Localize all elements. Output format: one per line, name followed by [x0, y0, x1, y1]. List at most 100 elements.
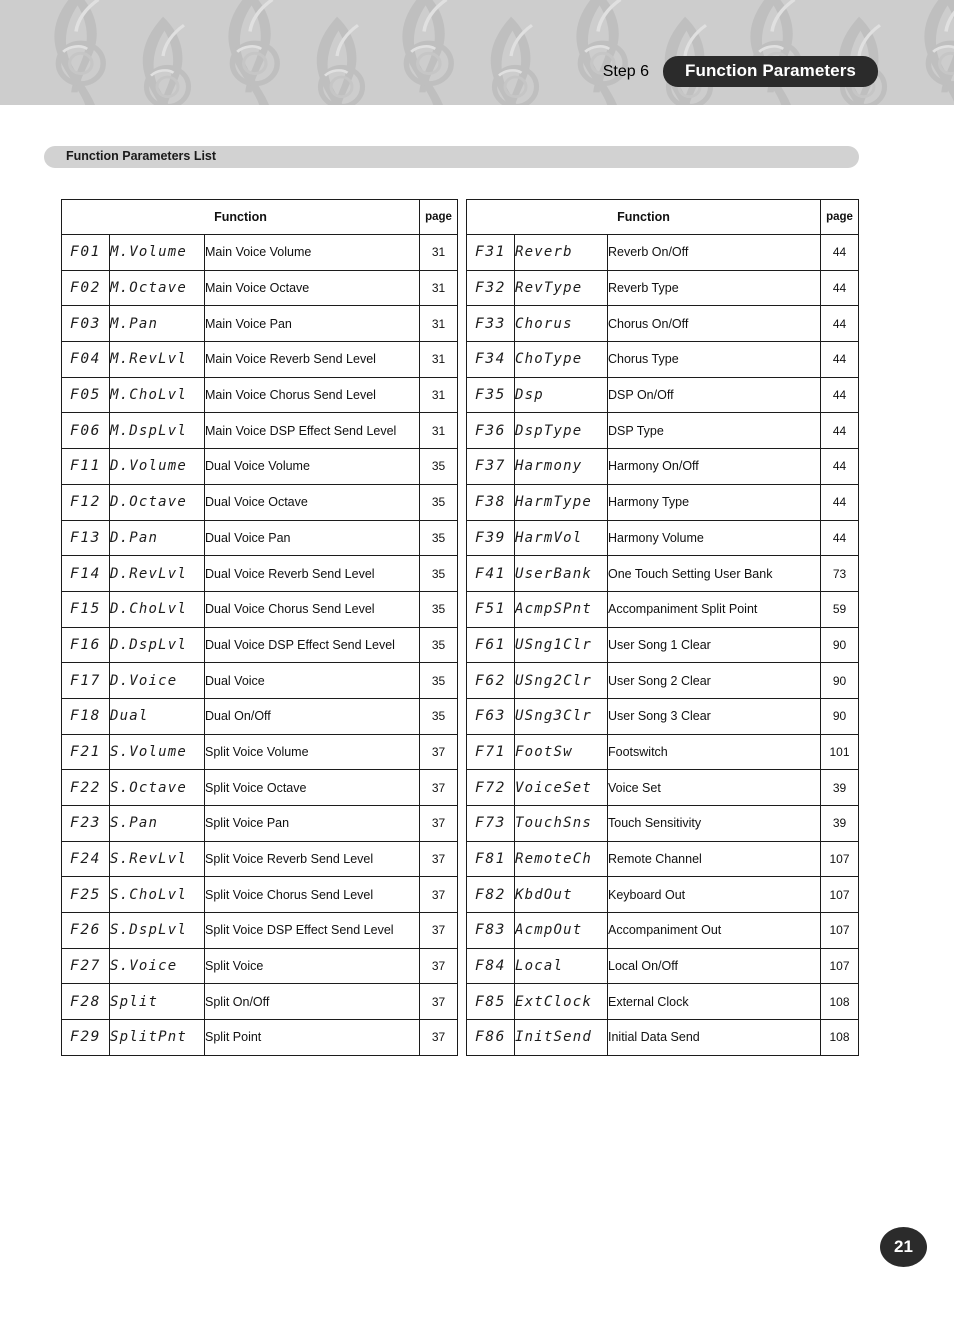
description-cell: Dual Voice Octave: [204, 483, 420, 521]
function-code-cell: F17: [61, 662, 110, 699]
page-number-cell: 44: [820, 305, 859, 343]
function-code-cell: F62: [466, 662, 515, 699]
description-cell: Initial Data Send: [607, 1019, 821, 1056]
description-cell: Dual Voice: [204, 662, 420, 699]
page-number-cell: 108: [820, 1019, 859, 1056]
function-code-cell: F63: [466, 697, 515, 735]
lcd-name-cell: InitSend: [514, 1019, 608, 1056]
description-cell: Dual On/Off: [204, 697, 420, 735]
function-code-cell: F85: [466, 983, 515, 1021]
description-cell: Accompaniment Split Point: [607, 590, 821, 628]
page-number-cell: 44: [820, 448, 859, 485]
page-number-cell: 37: [419, 769, 458, 806]
lcd-name-cell: S.RevLvl: [109, 840, 205, 878]
lcd-name-cell: VoiceSet: [514, 769, 608, 806]
page-number-cell: 35: [419, 662, 458, 699]
table-row: F17 D.Voice Dual Voice 35: [61, 662, 458, 699]
table-row: F85 ExtClock External Clock 108: [466, 983, 859, 1021]
lcd-name-cell: Dual: [109, 697, 205, 735]
function-code-cell: F81: [466, 840, 515, 878]
lcd-name-cell: S.DspLvl: [109, 912, 205, 949]
lcd-name-cell: USng2Clr: [514, 662, 608, 699]
function-code-cell: F72: [466, 769, 515, 806]
lcd-name-cell: D.Voice: [109, 662, 205, 699]
function-code-cell: F25: [61, 876, 110, 914]
page-number-cell: 39: [820, 805, 859, 842]
table-row: F72 VoiceSet Voice Set 39: [466, 769, 859, 806]
description-cell: Footswitch: [607, 733, 821, 771]
lcd-name-cell: Dsp: [514, 376, 608, 414]
page-number-cell: 31: [419, 412, 458, 450]
description-cell: Chorus Type: [607, 341, 821, 378]
lcd-name-cell: HarmVol: [514, 519, 608, 557]
function-code-cell: F18: [61, 697, 110, 735]
lcd-name-cell: Chorus: [514, 305, 608, 343]
page-number-cell: 90: [820, 697, 859, 735]
function-code-cell: F26: [61, 912, 110, 949]
page-number-cell: 31: [419, 234, 458, 271]
page-number-cell: 37: [419, 947, 458, 985]
description-cell: Split Voice Octave: [204, 769, 420, 806]
table-row: F16 D.DspLvl Dual Voice DSP Effect Send Le…: [61, 626, 458, 664]
function-code-cell: F33: [466, 305, 515, 343]
section-header-bar: Function Parameters List: [44, 146, 859, 168]
page-number-cell: 37: [419, 876, 458, 914]
lcd-name-cell: DspType: [514, 412, 608, 450]
description-cell: Main Voice Pan: [204, 305, 420, 343]
treble-clef-watermark-pattern: [0, 0, 954, 105]
function-code-cell: F41: [466, 555, 515, 592]
table-row: F22 S.Octave Split Voice Octave 37: [61, 769, 458, 806]
page-number-cell: 44: [820, 269, 859, 307]
page-number-cell: 44: [820, 519, 859, 557]
function-code-cell: F23: [61, 805, 110, 842]
function-code-cell: F83: [466, 912, 515, 949]
table-row: F81 RemoteCh Remote Channel 107: [466, 840, 859, 878]
table-row: F27 S.Voice Split Voice 37: [61, 947, 458, 985]
table-row: F36 DspType DSP Type 44: [466, 412, 859, 450]
page-number-badge: 21: [880, 1227, 927, 1267]
page-header-title: Step 6 Function Parameters: [603, 56, 878, 87]
lcd-name-cell: S.Pan: [109, 805, 205, 842]
lcd-name-cell: S.Octave: [109, 769, 205, 806]
function-code-cell: F03: [61, 305, 110, 343]
page-number-cell: 90: [820, 626, 859, 664]
lcd-name-cell: S.Volume: [109, 733, 205, 771]
table-row: F05 M.ChoLvl Main Voice Chorus Send Level 3…: [61, 376, 458, 414]
page-number-cell: 44: [820, 483, 859, 521]
lcd-name-cell: M.DspLvl: [109, 412, 205, 450]
table-row: F11 D.Volume Dual Voice Volume 35: [61, 448, 458, 485]
description-cell: Split Voice Volume: [204, 733, 420, 771]
table-row: F86 InitSend Initial Data Send 108: [466, 1019, 859, 1056]
lcd-name-cell: M.Volume: [109, 234, 205, 271]
page-number-cell: 59: [820, 590, 859, 628]
function-code-cell: F02: [61, 269, 110, 307]
table-row: F15 D.ChoLvl Dual Voice Chorus Send Level 3…: [61, 590, 458, 628]
page-number-cell: 108: [820, 983, 859, 1021]
lcd-name-cell: ChoType: [514, 341, 608, 378]
page-number-cell: 37: [419, 805, 458, 842]
function-code-cell: F21: [61, 733, 110, 771]
table-row: F14 D.RevLvl Dual Voice Reverb Send Level 3…: [61, 555, 458, 592]
function-code-cell: F22: [61, 769, 110, 806]
lcd-name-cell: D.Pan: [109, 519, 205, 557]
table-row: F83 AcmpOut Accompaniment Out 107: [466, 912, 859, 949]
table-row: F39 HarmVol Harmony Volume 44: [466, 519, 859, 557]
table-row: F25 S.ChoLvl Split Voice Chorus Send Level…: [61, 876, 458, 914]
function-parameters-table-right: Function page F31 Reverb Reverb On/Off 44 F3…: [466, 199, 859, 1056]
table-row: F12 D.Octave Dual Voice Octave 35: [61, 483, 458, 521]
table-row: F23 S.Pan Split Voice Pan 37: [61, 805, 458, 842]
function-code-cell: F32: [466, 269, 515, 307]
table-row: F04 M.RevLvl Main Voice Reverb Send Level 3…: [61, 341, 458, 378]
table-row: F29 SplitPnt Split Point 37: [61, 1019, 458, 1056]
page-number-cell: 31: [419, 269, 458, 307]
page-number-cell: 44: [820, 234, 859, 271]
table-row: F73 TouchSns Touch Sensitivity 39: [466, 805, 859, 842]
function-code-cell: F82: [466, 876, 515, 914]
function-code-cell: F71: [466, 733, 515, 771]
step-label: Step 6: [602, 62, 649, 80]
table-row: F82 KbdOut Keyboard Out 107: [466, 876, 859, 914]
description-cell: Split Voice Chorus Send Level: [204, 876, 420, 914]
function-code-cell: F24: [61, 840, 110, 878]
description-cell: Chorus On/Off: [607, 305, 821, 343]
page-number-cell: 37: [419, 983, 458, 1021]
